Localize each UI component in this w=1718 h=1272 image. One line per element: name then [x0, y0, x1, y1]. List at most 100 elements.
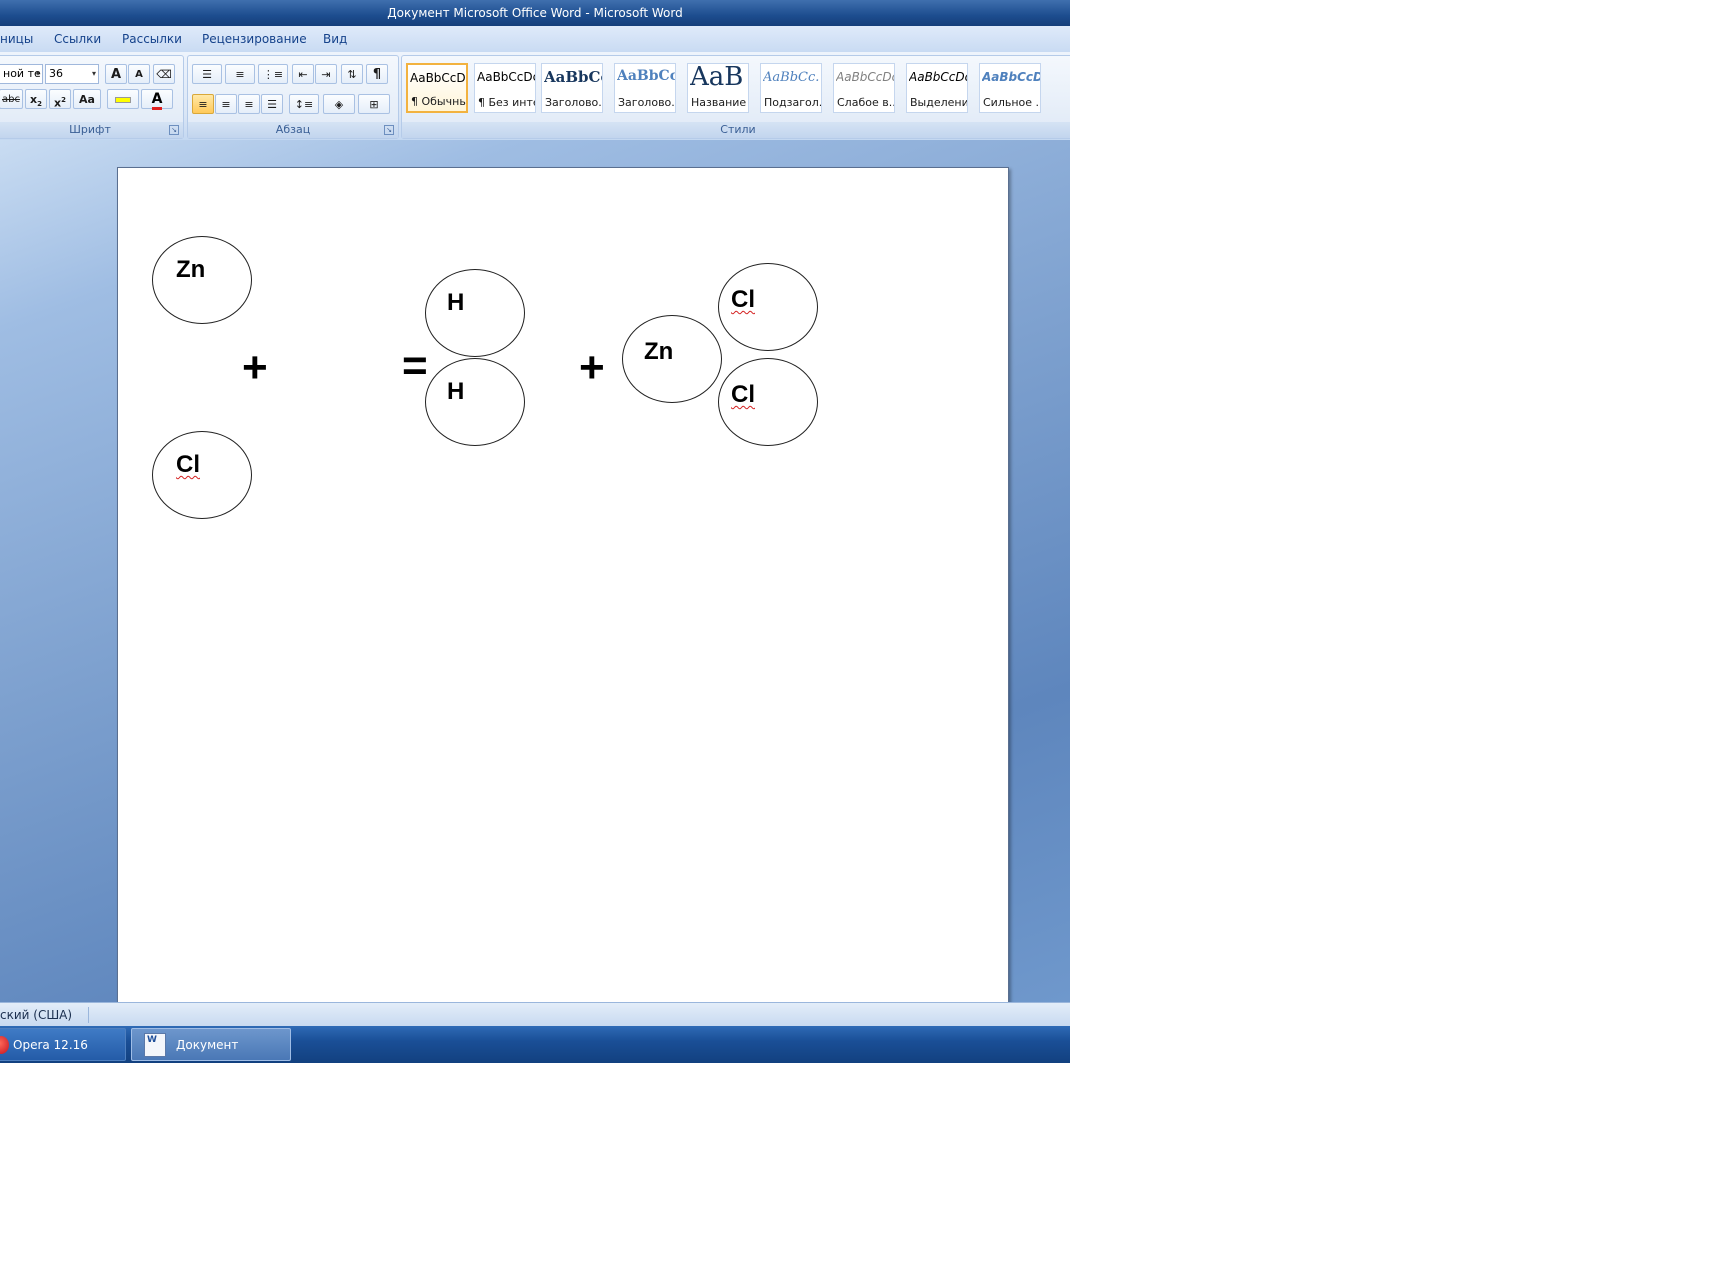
highlighter-icon [115, 97, 131, 103]
taskbar-item-word[interactable]: W Документ Micros... [131, 1028, 291, 1061]
atom-label-zn: Zn [644, 338, 674, 365]
atom-label-cl: Cl [731, 286, 755, 313]
increase-indent-button[interactable]: ⇥ [315, 64, 337, 84]
decrease-indent-button[interactable]: ⇤ [292, 64, 314, 84]
equals-sign: = [402, 341, 428, 390]
show-marks-button[interactable]: ¶ [366, 64, 388, 84]
style-sample: AaBbCcDc [836, 70, 894, 84]
strikethrough-button[interactable]: abc [0, 89, 23, 109]
justify-icon: ☰ [267, 98, 277, 111]
atom-circle[interactable] [425, 269, 525, 357]
align-left-icon: ≡ [198, 98, 208, 111]
change-case-button[interactable]: Aa [73, 89, 101, 109]
style-heading-1[interactable]: AaBbCc Заголово... [541, 63, 603, 113]
bullet-list-icon: ☰ [202, 68, 212, 81]
atom-label-h: H [447, 289, 465, 316]
align-right-icon: ≡ [244, 98, 254, 111]
shrink-font-button[interactable]: A [128, 64, 150, 84]
atom-label-cl: Cl [731, 381, 755, 408]
style-sample: AaBbCcDc [982, 70, 1040, 84]
status-bar: ский (США) [0, 1002, 1070, 1027]
font-group: ной те ▾ 36 ▾ A A ⌫ abc x2 x2 Aa A Шрифт… [0, 55, 184, 139]
borders-icon: ⊞ [369, 98, 379, 111]
subscript-button[interactable]: x2 [25, 89, 47, 109]
superscript-button[interactable]: x2 [49, 89, 71, 110]
word-screen: Документ Microsoft Office Word - Microso… [0, 0, 1070, 1063]
tab-mailings[interactable]: Рассылки [122, 26, 182, 52]
tab-page-layout[interactable]: ницы [0, 26, 33, 52]
font-color-button[interactable]: A [141, 89, 173, 110]
line-spacing-button[interactable]: ↕≡ [289, 94, 319, 114]
decrease-indent-icon: ⇤ [298, 68, 308, 81]
align-right-button[interactable]: ≡ [238, 94, 260, 114]
clear-formatting-icon: ⌫ [156, 68, 172, 81]
atom-circle[interactable] [152, 431, 252, 519]
taskbar-item-label: Документ Micros... [176, 1038, 239, 1052]
style-sample: AaB [690, 63, 744, 92]
paragraph-dialog-launcher-icon[interactable]: ↘ [384, 125, 394, 135]
numbering-button[interactable]: ≡ [225, 64, 255, 84]
style-sample: AaBbCc [617, 68, 675, 84]
atom-label-cl: Cl [176, 451, 200, 478]
style-subtitle[interactable]: AaBbCc. Подзагол... [760, 63, 822, 113]
grow-font-button[interactable]: A [105, 64, 127, 84]
style-sample: AaBbCc. [763, 70, 820, 85]
align-center-button[interactable]: ≡ [215, 94, 237, 114]
justify-button[interactable]: ☰ [261, 94, 283, 114]
style-name: Заголово... [545, 96, 602, 109]
document-page[interactable]: Zn Cl + = H H + Cl Cl Zn [117, 167, 1009, 1009]
font-size-field[interactable]: 36 ▾ [45, 64, 99, 84]
ribbon-tab-bar: ницы Ссылки Рассылки Рецензирование Вид [0, 26, 1070, 53]
shading-button[interactable]: ◈ [323, 94, 355, 114]
tab-review[interactable]: Рецензирование [202, 26, 307, 52]
style-name: Слабое в... [837, 96, 894, 109]
borders-button[interactable]: ⊞ [358, 94, 390, 114]
paint-bucket-icon: ◈ [334, 98, 344, 111]
align-center-icon: ≡ [221, 98, 231, 111]
style-sample: AaBbCcDc [410, 71, 466, 85]
style-name: ¶ Без инте... [478, 96, 535, 109]
grow-font-icon: A [110, 67, 122, 82]
style-no-spacing[interactable]: AaBbCcDc ¶ Без инте... [474, 63, 536, 113]
align-left-button[interactable]: ≡ [192, 94, 214, 114]
font-dialog-launcher-icon[interactable]: ↘ [169, 125, 179, 135]
bullets-button[interactable]: ☰ [192, 64, 222, 84]
atom-label-zn: Zn [176, 256, 206, 283]
style-emphasis[interactable]: AaBbCcDc Выделение [906, 63, 968, 113]
tab-view[interactable]: Вид [323, 26, 347, 52]
font-size-value: 36 [49, 67, 63, 80]
taskbar-item-opera[interactable]: Opera 12.16 (1860... [0, 1028, 126, 1061]
strikethrough-icon: abc [2, 94, 20, 105]
title-bar: Документ Microsoft Office Word - Microso… [0, 0, 1070, 26]
numbered-list-icon: ≡ [235, 68, 245, 81]
style-title[interactable]: AaB Название [687, 63, 749, 113]
font-color-icon: A [151, 91, 163, 110]
styles-group: AaBbCcDc ¶ Обычный AaBbCcDc ¶ Без инте..… [401, 55, 1070, 139]
font-group-label: Шрифт [0, 122, 183, 138]
clear-formatting-button[interactable]: ⌫ [153, 64, 175, 84]
window-title: Документ Microsoft Office Word - Microso… [387, 6, 683, 20]
style-name: Название [691, 96, 747, 109]
paragraph-group-label: Абзац [188, 122, 398, 138]
style-name: Заголово... [618, 96, 675, 109]
style-name: ¶ Обычный [411, 95, 466, 108]
style-normal[interactable]: AaBbCcDc ¶ Обычный [406, 63, 468, 113]
style-name: Подзагол... [764, 96, 821, 109]
style-heading-2[interactable]: AaBbCc Заголово... [614, 63, 676, 113]
font-name-field[interactable]: ной те ▾ [0, 64, 43, 84]
taskbar: Opera 12.16 (1860... W Документ Micros..… [0, 1026, 1070, 1063]
multilevel-list-button[interactable]: ⋮≡ [258, 64, 288, 84]
atom-circle[interactable] [425, 358, 525, 446]
pilcrow-icon: ¶ [372, 67, 382, 82]
line-spacing-icon: ↕≡ [294, 98, 314, 111]
highlight-button[interactable] [107, 89, 139, 109]
tab-references[interactable]: Ссылки [54, 26, 101, 52]
language-indicator[interactable]: ский (США) [0, 1003, 72, 1027]
style-subtle-emphasis[interactable]: AaBbCcDc Слабое в... [833, 63, 895, 113]
document-workspace: Zn Cl + = H H + Cl Cl Zn [0, 140, 1070, 1009]
styles-group-label: Стили [402, 122, 1070, 138]
sort-button[interactable]: ⇅ [341, 64, 363, 84]
style-intense-emphasis[interactable]: AaBbCcDc Сильное ... [979, 63, 1041, 113]
shrink-font-icon: A [135, 69, 143, 80]
change-case-icon: Aa [79, 93, 95, 106]
